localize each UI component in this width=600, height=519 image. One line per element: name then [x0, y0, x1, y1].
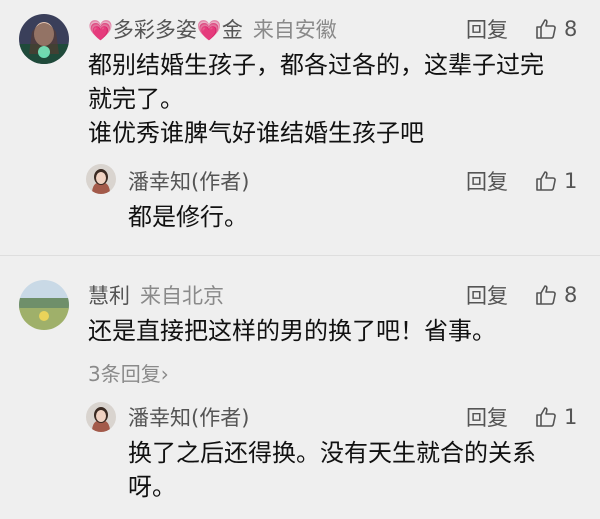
text-line: 都别结婚生孩子，都各过各的，这辈子过完	[88, 51, 544, 79]
reply-author[interactable]: 潘幸知(作者)	[128, 402, 249, 432]
avatar[interactable]	[19, 280, 69, 330]
reply-button[interactable]: 回复	[466, 14, 508, 44]
more-replies-link[interactable]: 3条回复›	[88, 358, 169, 387]
thumbs-up-icon	[536, 19, 556, 39]
reply-actions: 回复 1	[466, 166, 577, 196]
comment-text: 都别结婚生孩子，都各过各的，这辈子过完 就完了。 谁优秀谁脾气好谁结婚生孩子吧	[88, 48, 544, 150]
avatar[interactable]	[19, 14, 69, 64]
username: 潘幸知(作者)	[128, 170, 250, 194]
reply-author[interactable]: 潘幸知(作者)	[128, 166, 249, 196]
username-suffix: 金	[221, 18, 243, 42]
like-button[interactable]: 8	[534, 283, 577, 307]
reply-text: 都是修行。	[128, 203, 248, 231]
avatar[interactable]	[86, 402, 116, 432]
text-line: 谁优秀谁脾气好谁结婚生孩子吧	[88, 119, 424, 147]
chevron-right-icon: ›	[160, 362, 169, 386]
location: 来自北京	[140, 284, 224, 308]
thumbs-up-icon	[536, 285, 556, 305]
heart-icon: 💗	[196, 18, 222, 42]
like-count: 8	[564, 17, 578, 41]
comment-author[interactable]: 💗多彩多姿💗金 来自安徽	[88, 14, 337, 44]
reply-button[interactable]: 回复	[466, 280, 508, 310]
reply-text: 换了之后还得换。没有天生就合的关系 呀。	[128, 436, 536, 504]
like-button[interactable]: 1	[534, 169, 577, 193]
like-count: 1	[564, 405, 578, 429]
comment-actions: 回复 8	[466, 280, 577, 310]
like-count: 1	[564, 169, 578, 193]
text-line: 呀。	[128, 473, 176, 501]
heart-icon: 💗	[88, 18, 113, 42]
username: 慧利	[88, 284, 130, 308]
reply-button[interactable]: 回复	[466, 402, 508, 432]
comment-text: 还是直接把这样的男的换了吧！省事。	[88, 317, 496, 345]
text-line: 就完了。	[88, 85, 184, 113]
avatar[interactable]	[86, 164, 116, 194]
username: 潘幸知(作者)	[128, 406, 250, 430]
thumbs-up-icon	[536, 407, 556, 427]
reply-actions: 回复 1	[466, 402, 577, 432]
text-line: 换了之后还得换。没有天生就合的关系	[128, 439, 536, 467]
thumbs-up-icon	[536, 171, 556, 191]
comment-actions: 回复 8	[466, 14, 577, 44]
like-count: 8	[564, 283, 578, 307]
divider	[0, 255, 600, 256]
reply-button[interactable]: 回复	[466, 166, 508, 196]
comment-author[interactable]: 慧利 来自北京	[88, 280, 224, 310]
more-replies-label: 3条回复	[88, 362, 161, 386]
username: 多彩多姿	[112, 18, 197, 42]
like-button[interactable]: 1	[534, 405, 577, 429]
like-button[interactable]: 8	[534, 17, 577, 41]
location: 来自安徽	[252, 18, 337, 42]
